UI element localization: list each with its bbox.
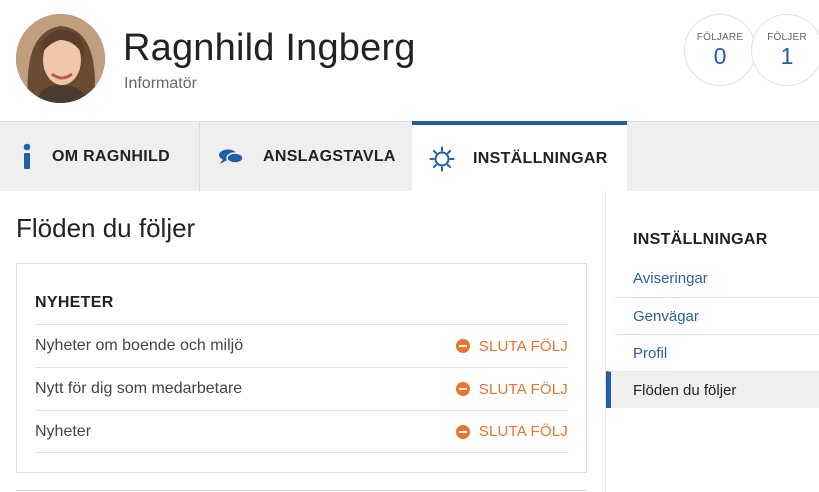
feed-name: Nyheter om boende och miljö (35, 337, 244, 354)
profile-tabs: OM RAGNHILD ANSLAGSTAVLA INSTÄLLNINGAR (0, 121, 819, 192)
sidebar-item-followed-feeds[interactable]: Flöden du följer (606, 371, 819, 408)
following-count: 1 (780, 43, 794, 69)
feed-name: Nytt för dig som medarbetare (35, 380, 243, 397)
page-title: Flöden du följer (16, 213, 196, 243)
sidebar-item-shortcuts[interactable]: Genvägar (615, 297, 819, 334)
info-icon (20, 143, 34, 171)
feed-list: Nyheter om boende och miljö SLUTA FÖLJ N… (35, 324, 568, 453)
feeds-panel: NYHETER Nyheter om boende och miljö SLUT… (16, 263, 587, 473)
sidebar-heading: INSTÄLLNINGAR (633, 231, 768, 248)
sidebar-nav: Aviseringar Genvägar Profil Flöden du fö… (606, 260, 819, 408)
feed-name: Nyheter (35, 422, 92, 440)
unfollow-button[interactable]: SLUTA FÖLJ (455, 423, 568, 440)
divider (16, 490, 587, 491)
unfollow-button[interactable]: SLUTA FÖLJ (455, 380, 568, 398)
unfollow-label: SLUTA FÖLJ (478, 380, 568, 398)
list-item: Nyheter om boende och miljö SLUTA FÖLJ (35, 324, 568, 367)
feeds-section-heading: NYHETER (35, 294, 114, 311)
tab-about[interactable]: OM RAGNHILD (0, 122, 200, 192)
followers-count: 0 (713, 43, 727, 69)
minus-circle-icon (455, 339, 470, 353)
unfollow-button[interactable]: SLUTA FÖLJ (455, 337, 568, 355)
tab-about-label: OM RAGNHILD (52, 148, 170, 165)
list-item: Nyheter SLUTA FÖLJ (35, 410, 568, 453)
sidebar-item-profile[interactable]: Profil (615, 334, 819, 371)
profile-role: Informatör (124, 75, 197, 92)
list-item: Nytt för dig som medarbetare SLUTA FÖLJ (35, 367, 568, 410)
sidebar-item-notifications[interactable]: Aviseringar (615, 260, 819, 297)
gear-icon (429, 146, 455, 172)
speech-bubbles-icon (217, 148, 245, 166)
minus-circle-icon (455, 382, 470, 396)
followers-label: FÖLJARE (696, 32, 744, 43)
avatar-photo (16, 14, 105, 103)
tab-settings[interactable]: INSTÄLLNINGAR (412, 121, 627, 192)
tab-board[interactable]: ANSLAGSTAVLA (201, 122, 411, 192)
minus-circle-icon (455, 424, 470, 439)
unfollow-label: SLUTA FÖLJ (478, 337, 568, 355)
following-label: FÖLJER (767, 32, 807, 43)
profile-name: Ragnhild Ingberg (123, 27, 416, 69)
profile-header: Ragnhild Ingberg Informatör FÖLJARE 0 FÖ… (0, 0, 819, 121)
tab-settings-label: INSTÄLLNINGAR (473, 149, 608, 167)
avatar[interactable] (16, 14, 105, 103)
unfollow-label: SLUTA FÖLJ (478, 423, 568, 440)
settings-sidebar: INSTÄLLNINGAR Aviseringar Genvägar Profi… (605, 191, 819, 492)
following-counter[interactable]: FÖLJER 1 (751, 14, 819, 86)
followers-counter[interactable]: FÖLJARE 0 (684, 14, 756, 86)
tab-board-label: ANSLAGSTAVLA (263, 148, 396, 165)
